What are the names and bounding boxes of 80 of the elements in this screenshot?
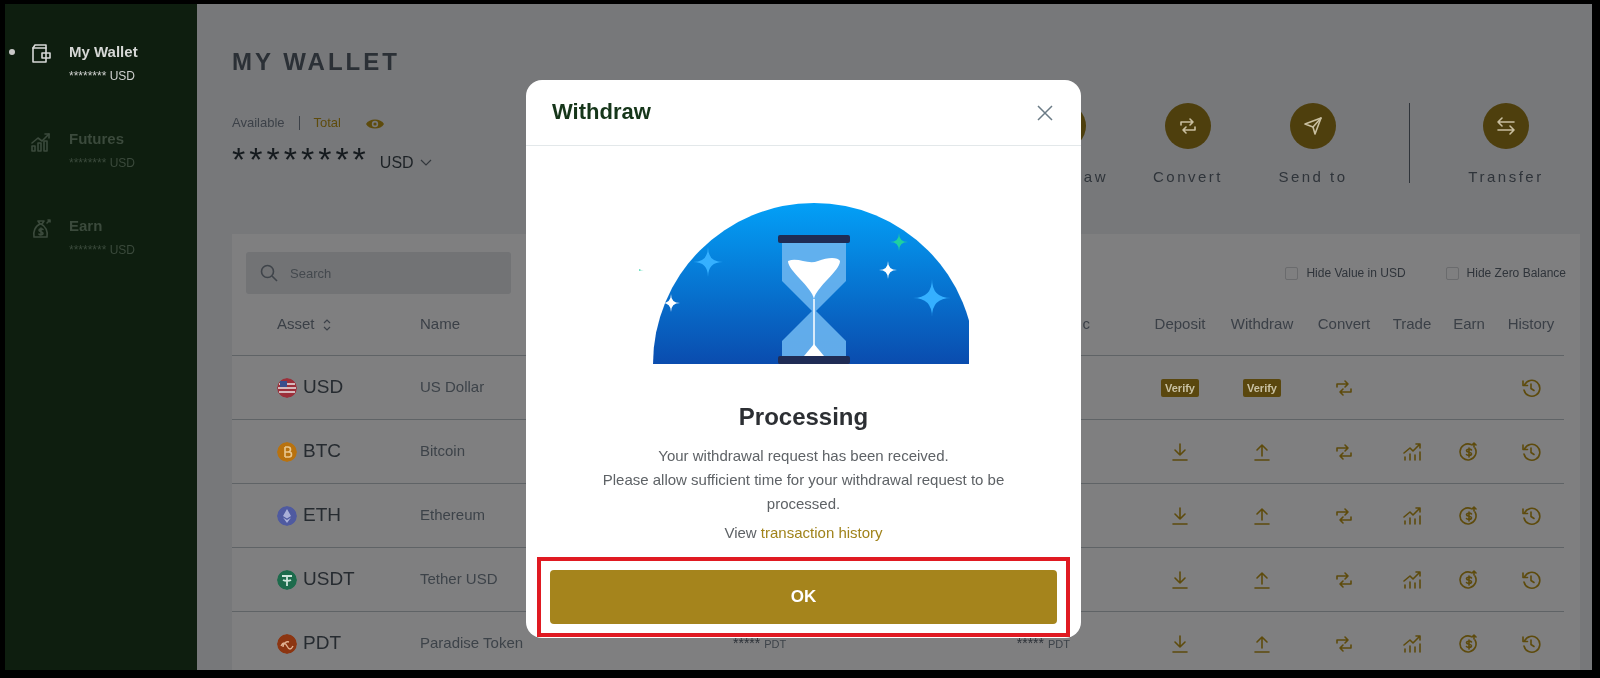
asset-symbol: PDT [303, 631, 341, 656]
asset-name: US Dollar [420, 377, 485, 398]
sidebar-item-label: My Wallet [69, 42, 138, 62]
history-icon[interactable] [1521, 633, 1541, 654]
dollar-coin-icon[interactable] [1459, 569, 1479, 590]
dollar-coin-icon[interactable] [1459, 441, 1479, 462]
checkbox-label: Hide Value in USD [1306, 265, 1406, 282]
dollar-coin-icon[interactable] [1459, 633, 1479, 654]
asset-symbol: BTC [303, 439, 341, 464]
asset-name: Ethereum [420, 505, 486, 526]
column-header: Trade [1392, 314, 1432, 335]
chart-icon[interactable] [1402, 505, 1422, 526]
page-title: MY WALLET [232, 47, 401, 77]
history-link[interactable]: transaction history [760, 524, 883, 541]
balance-tab[interactable]: Total [313, 113, 341, 133]
chart-icon[interactable] [1402, 569, 1422, 590]
download-icon[interactable] [1170, 441, 1190, 462]
history-icon[interactable] [1521, 377, 1541, 398]
upload-icon[interactable] [1252, 633, 1272, 654]
asset-name: Paradise Token [420, 633, 524, 654]
status-message: Your withdrawal request has been received. [658, 446, 949, 466]
transfer-icon [1495, 115, 1517, 137]
column-header: c [1082, 314, 1090, 335]
transfer-action-button[interactable] [1483, 103, 1529, 149]
column-header: History [1507, 314, 1555, 335]
column-header: Convert [1317, 314, 1371, 335]
upload-icon[interactable] [1252, 505, 1272, 526]
asset-name: Tether USD [420, 569, 498, 590]
chart-icon[interactable] [1402, 441, 1422, 462]
download-icon[interactable] [1170, 569, 1190, 590]
verify-badge[interactable]: Verify [1161, 378, 1199, 397]
action-label: Transfer [1468, 167, 1544, 187]
action-label: aw [1082, 167, 1109, 187]
close-icon [1037, 105, 1053, 122]
balance-amount: ******** [232, 142, 370, 176]
chart-icon[interactable] [1402, 633, 1422, 654]
upload-icon[interactable] [1252, 441, 1272, 462]
convert-icon[interactable] [1334, 505, 1354, 526]
history-icon[interactable] [1521, 505, 1541, 526]
status-message: Please allow sufficient time for your withdrawal request to be processed. [601, 470, 1006, 514]
convert-icon [1177, 115, 1199, 137]
balance-value: ***** PDT [1016, 634, 1070, 653]
action-label: Convert [1153, 167, 1223, 187]
currency-selector[interactable]: USD [379, 138, 432, 180]
asset-symbol: USD [303, 375, 344, 400]
send-icon [1302, 115, 1324, 137]
asset-symbol: USDT [303, 567, 355, 592]
download-icon[interactable] [1170, 505, 1190, 526]
convert-icon[interactable] [1334, 441, 1354, 462]
column-header: Earn [1453, 314, 1485, 335]
history-icon[interactable] [1521, 441, 1541, 462]
column-header: Withdraw [1230, 314, 1294, 335]
convert-icon[interactable] [1334, 633, 1354, 654]
ok-button[interactable]: OK [550, 570, 1057, 624]
column-header: Deposit [1154, 314, 1206, 335]
balance-tab[interactable]: Available [232, 113, 285, 133]
status-heading: Processing [738, 402, 869, 432]
history-icon[interactable] [1521, 569, 1541, 590]
checkbox-label: Hide Zero Balance [1466, 265, 1566, 282]
download-icon[interactable] [1170, 633, 1190, 654]
sidebar-item[interactable]: My Wallet ******** USD [5, 41, 197, 128]
column-header[interactable]: Asset [277, 313, 315, 336]
asset-name: Bitcoin [420, 441, 466, 462]
upload-icon[interactable] [1252, 569, 1272, 590]
convert-action-button[interactable] [1165, 103, 1211, 149]
dialog-title: Withdraw [552, 99, 651, 126]
convert-icon[interactable] [1334, 377, 1354, 398]
convert-icon[interactable] [1334, 569, 1354, 590]
action-label: Send to [1278, 167, 1348, 187]
dollar-coin-icon[interactable] [1459, 505, 1479, 526]
sort-icon [322, 317, 331, 332]
verify-badge[interactable]: Verify [1243, 378, 1281, 397]
chevron-down-icon [419, 159, 432, 167]
asset-symbol: ETH [303, 503, 341, 528]
wallet-icon [29, 41, 53, 66]
column-header: Name [420, 314, 460, 335]
send-action-button[interactable] [1290, 103, 1336, 149]
history-note: View transaction history [724, 523, 883, 543]
balance-value: ***** PDT [733, 634, 787, 653]
sidebar-item-balance: ******** USD [69, 68, 137, 85]
